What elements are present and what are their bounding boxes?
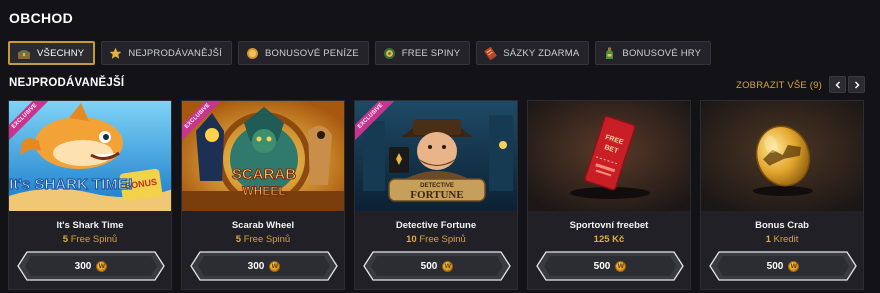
section-title: NEJPRODÁVANĚJŠÍ (9, 77, 125, 89)
reward-amount: 5 (235, 234, 242, 245)
chest-icon (17, 47, 31, 60)
ticket-icon (484, 46, 497, 60)
reward-amount: 1 (765, 234, 771, 245)
category-tabs: VŠECHNY NEJPRODÁVANĚJŠÍ BONUSOVÉ PENÍZE … (8, 41, 712, 65)
product-image (701, 101, 863, 211)
product-image: DETECTIVE FORTUNE EXCLUSIVE (355, 101, 517, 211)
price-value: 500 (420, 260, 438, 272)
product-reward: 5 Free Spinů (182, 234, 344, 245)
tab-label: VŠECHNY (37, 47, 85, 59)
product-reward: 1 Kredit (701, 234, 863, 245)
reward-unit: Free Spinů (419, 234, 466, 245)
coin-icon: W (615, 260, 627, 272)
bottle-icon (603, 47, 616, 60)
coin-icon: W (96, 260, 108, 272)
product-card-detective-fortune[interactable]: DETECTIVE FORTUNE EXCLUSIVE Detective Fo… (354, 100, 518, 290)
tab-label: NEJPRODÁVANĚJŠÍ (128, 47, 222, 59)
reward-amount: 10 (406, 234, 417, 245)
spin-icon (383, 47, 396, 60)
buy-button[interactable]: 500 W (536, 251, 684, 281)
tab-label: BONUSOVÉ HRY (622, 47, 702, 59)
tab-free-bets[interactable]: SÁZKY ZDARMA (476, 41, 590, 65)
prev-button[interactable] (829, 76, 846, 93)
product-name: Sportovní freebet (569, 220, 649, 231)
product-name: Scarab Wheel (231, 220, 295, 231)
tab-bonus-games[interactable]: BONUSOVÉ HRY (595, 41, 712, 65)
buy-button[interactable]: 300 W (17, 251, 165, 281)
product-reward: 125 Kč (528, 234, 690, 245)
tab-label: FREE SPINY (401, 47, 461, 59)
product-reward: 10 Free Spinů (355, 234, 517, 245)
product-name: Bonus Crab (755, 220, 809, 231)
coin-icon: W (269, 260, 281, 272)
price-value: 500 (593, 260, 611, 272)
product-reward: 5 Free Spinů (9, 234, 171, 245)
tab-bonus-money[interactable]: BONUSOVÉ PENÍZE (237, 41, 369, 65)
product-card-scarab-wheel[interactable]: SCARAB WHEEL EXCLUSIVE Scarab Wheel 5 Fr… (181, 100, 345, 290)
reward-unit: Free Spinů (243, 234, 291, 245)
product-card-bonus-crab[interactable]: Bonus Crab 1 Kredit 500 W (700, 100, 864, 290)
svg-text:It's SHARK TIME!: It's SHARK TIME! (9, 176, 133, 193)
svg-text:SCARAB: SCARAB (232, 166, 296, 183)
product-image: FREE BET (528, 101, 690, 211)
tab-free-spins[interactable]: FREE SPINY (374, 41, 471, 65)
buy-button[interactable]: 300 W (190, 251, 338, 281)
reward-unit: Kredit (773, 234, 799, 245)
product-image: BONUS It's SHARK TIME! EXCLUSIVE (9, 101, 171, 211)
svg-text:FORTUNE: FORTUNE (410, 189, 463, 201)
buy-button[interactable]: 500 W (709, 251, 857, 281)
buy-button[interactable]: 500 W (363, 251, 511, 281)
coin-icon: W (788, 260, 800, 272)
price-value: 300 (74, 260, 92, 272)
tab-bestsellers[interactable]: NEJPRODÁVANĚJŠÍ (101, 41, 232, 65)
svg-text:WHEEL: WHEEL (242, 184, 285, 198)
tab-label: SÁZKY ZDARMA (503, 47, 580, 59)
page-title: OBCHOD (9, 10, 74, 26)
product-card-shark-time[interactable]: BONUS It's SHARK TIME! EXCLUSIVE It's Sh… (8, 100, 172, 290)
price-value: 500 (766, 260, 784, 272)
tab-all[interactable]: VŠECHNY (8, 41, 96, 65)
product-name: Detective Fortune (395, 220, 477, 231)
product-card-sport-freebet[interactable]: FREE BET Sportovní freebet 125 Kč 500 W (527, 100, 691, 290)
price-value: 300 (247, 260, 265, 272)
chevron-right-icon (853, 76, 861, 94)
coin-icon (246, 47, 259, 60)
product-name: It's Shark Time (56, 220, 124, 231)
coin-icon: W (442, 260, 454, 272)
tab-label: BONUSOVÉ PENÍZE (264, 47, 359, 59)
reward-amount: 5 (62, 234, 69, 245)
product-image: SCARAB WHEEL EXCLUSIVE (182, 101, 344, 211)
chevron-left-icon (834, 76, 842, 94)
star-icon (109, 47, 122, 60)
product-carousel: BONUS It's SHARK TIME! EXCLUSIVE It's Sh… (8, 100, 864, 290)
next-button[interactable] (848, 76, 865, 93)
reward-unit: Free Spinů (70, 234, 118, 245)
reward-amount: 125 Kč (593, 234, 625, 245)
view-all-link[interactable]: ZOBRAZIT VŠE (9) (736, 80, 822, 91)
